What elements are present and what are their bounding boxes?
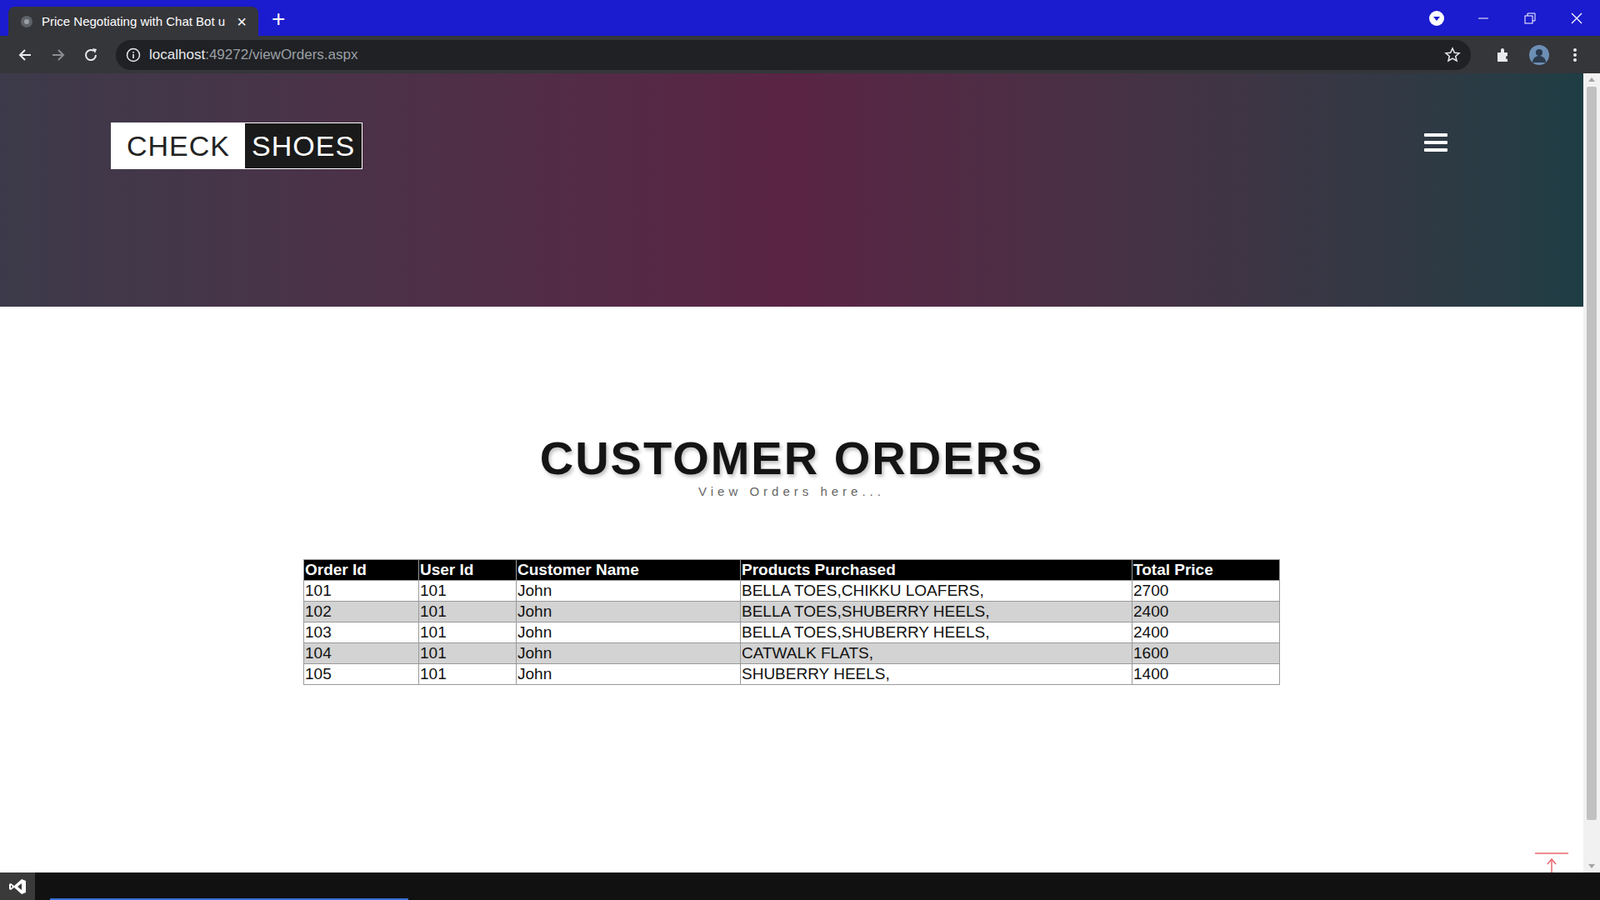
table-cell: SHUBERRY HEELS, [740, 664, 1133, 685]
site-logo[interactable]: CHECKSHOES [110, 122, 363, 170]
table-cell: John [516, 622, 741, 644]
hamburger-icon[interactable] [1424, 133, 1448, 152]
visual-studio-button[interactable] [0, 872, 35, 900]
taskbar-indicator [50, 898, 409, 900]
window-controls [1413, 0, 1600, 36]
back-icon[interactable] [11, 46, 39, 64]
table-cell: BELLA TOES,CHIKKU LOAFERS, [740, 580, 1133, 602]
logo-left: CHECK [111, 123, 245, 169]
table-cell: 101 [419, 643, 517, 665]
table-row[interactable]: 105101JohnSHUBERRY HEELS,1400 [304, 664, 1280, 685]
address-bar[interactable]: localhost:49272/viewOrders.aspx [115, 40, 1471, 70]
table-row[interactable]: 104101JohnCATWALK FLATS,1600 [304, 643, 1280, 665]
web-page: CHECKSHOES CUSTOMER ORDERSView Orders her… [0, 73, 1584, 873]
close-icon[interactable] [1553, 12, 1600, 25]
table-cell: BELLA TOES,SHUBERRY HEELS, [740, 601, 1133, 623]
table-cell: 101 [419, 622, 517, 644]
hero-banner: CHECKSHOES [0, 73, 1584, 307]
table-cell: John [516, 643, 741, 665]
page-subtitle: View Orders here... [698, 483, 885, 500]
table-cell: John [516, 580, 741, 602]
table-cell: 2700 [1132, 580, 1280, 602]
page-heading: CUSTOMER ORDERS [540, 433, 1045, 484]
reload-icon[interactable] [77, 46, 105, 64]
table-cell: 2400 [1132, 622, 1280, 644]
orders-table: Order IdUser IdCustomer NameProducts Pur… [303, 559, 1280, 685]
table-cell: 104 [304, 643, 420, 665]
table-cell: 102 [304, 601, 420, 623]
table-row[interactable]: 101101JohnBELLA TOES,CHIKKU LOAFERS,2700 [304, 580, 1280, 602]
table-row[interactable]: 102101JohnBELLA TOES,SHUBERRY HEELS,2400 [304, 601, 1280, 623]
table-cell: 101 [304, 580, 420, 602]
title-bar: Price Negotiating with Chat Bot u × + [0, 0, 1600, 36]
table-body: 101101JohnBELLA TOES,CHIKKU LOAFERS,2700… [304, 580, 1280, 685]
logo-right: SHOES [245, 123, 362, 169]
table-row[interactable]: 103101JohnBELLA TOES,SHUBERRY HEELS,2400 [304, 622, 1280, 644]
tab-close[interactable]: × [236, 13, 247, 30]
column-header: Customer Name [516, 560, 741, 581]
toolbar: localhost:49272/viewOrders.aspx [0, 35, 1600, 74]
extensions-icon[interactable] [1489, 46, 1516, 64]
url-path: :49272/viewOrders.aspx [205, 46, 358, 63]
table-head: Order IdUser IdCustomer NameProducts Pur… [304, 560, 1280, 581]
column-header: Order Id [304, 560, 420, 581]
table-cell: 105 [304, 664, 420, 685]
visual-studio-icon [8, 877, 27, 896]
table-cell: 101 [419, 601, 517, 623]
scrollbar[interactable] [1583, 73, 1600, 873]
table-cell: CATWALK FLATS, [740, 643, 1133, 665]
avatar-icon[interactable] [1522, 44, 1556, 66]
url-host: localhost [149, 46, 205, 63]
table-cell: John [516, 601, 741, 623]
table-cell: 101 [419, 664, 517, 685]
forward-icon[interactable] [45, 46, 72, 64]
table-cell: 1600 [1132, 643, 1280, 665]
info-icon[interactable] [125, 47, 141, 63]
scrollbar-thumb[interactable] [1586, 86, 1597, 820]
table-cell: John [516, 664, 741, 685]
scroll-up-icon[interactable] [1588, 73, 1595, 85]
profile-dropdown-icon[interactable] [1413, 10, 1460, 27]
new-tab-button[interactable]: + [271, 7, 285, 31]
minimize-icon[interactable] [1460, 12, 1507, 25]
page-area: CHECKSHOES CUSTOMER ORDERSView Orders her… [0, 73, 1600, 873]
column-header: Total Price [1132, 560, 1280, 581]
orders-section: CUSTOMER ORDERSView Orders here... Order … [0, 306, 1584, 873]
menu-dots-icon[interactable] [1561, 46, 1589, 64]
tab-title: Price Negotiating with Chat Bot u [41, 13, 229, 30]
table-cell: BELLA TOES,SHUBERRY HEELS, [740, 622, 1133, 644]
browser-tab[interactable]: Price Negotiating with Chat Bot u × [8, 6, 259, 36]
table-cell: 2400 [1132, 601, 1280, 623]
column-header: User Id [419, 560, 517, 581]
table-cell: 103 [304, 622, 420, 644]
restore-icon[interactable] [1506, 12, 1554, 25]
header-row: Order IdUser IdCustomer NameProducts Pur… [304, 560, 1280, 581]
bottom-bar [0, 872, 1600, 900]
star-icon[interactable] [1444, 46, 1461, 64]
globe-icon [20, 15, 34, 29]
table-cell: 1400 [1132, 664, 1280, 685]
table-cell: 101 [419, 580, 517, 602]
url: localhost:49272/viewOrders.aspx [149, 45, 358, 65]
scroll-down-icon[interactable] [1588, 860, 1595, 873]
column-header: Products Purchased [740, 560, 1133, 581]
